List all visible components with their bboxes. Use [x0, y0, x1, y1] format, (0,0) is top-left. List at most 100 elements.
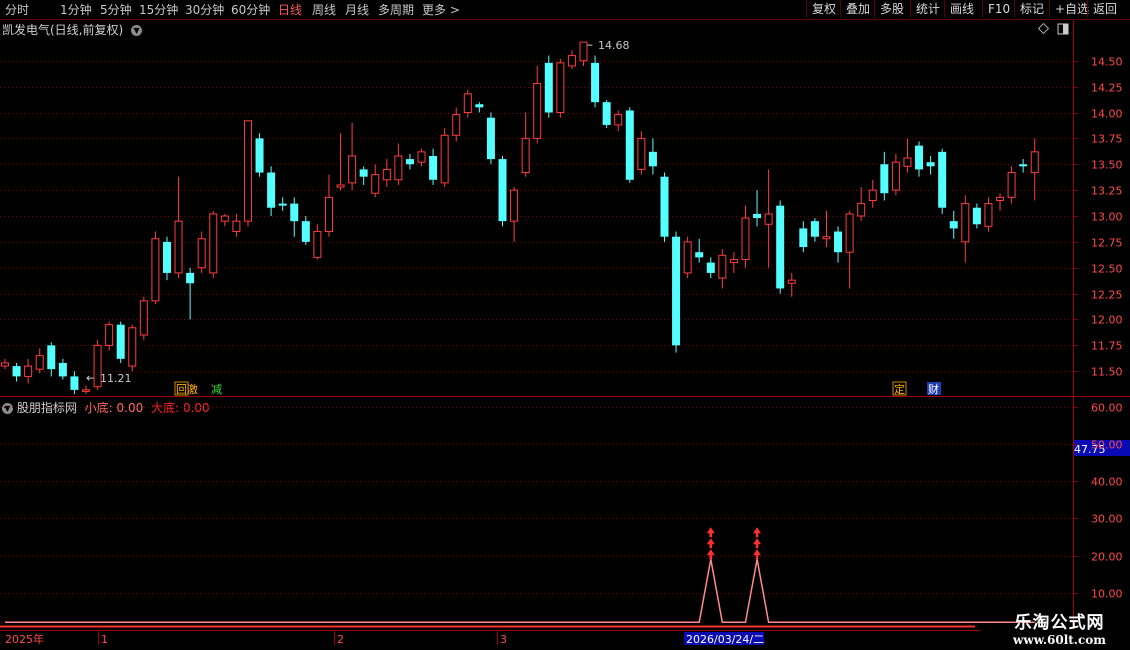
min-price-label: 11.21 — [100, 372, 132, 385]
max-price-marker: ← 14.68 — [583, 38, 630, 52]
candle-body — [579, 41, 588, 62]
candle-body — [128, 327, 137, 367]
candle-body — [984, 203, 993, 227]
candle-body — [371, 174, 380, 194]
candle-body — [602, 102, 611, 125]
candle-body — [278, 203, 287, 206]
candle-body — [614, 114, 623, 126]
time-label-jan: 1 — [101, 633, 108, 646]
candle-body — [799, 228, 808, 248]
candle-body — [845, 213, 854, 253]
candle-body — [394, 155, 403, 181]
candle-body — [429, 155, 438, 180]
candle-body — [24, 365, 33, 377]
candle-body — [510, 189, 519, 222]
candle-body — [810, 221, 819, 237]
panel-toggle-icon[interactable] — [1057, 23, 1069, 35]
buy-signal-arrow — [706, 549, 715, 560]
candle-body — [880, 164, 889, 194]
candle-body — [70, 376, 79, 390]
indicator-tick-label: 30.00 — [1091, 513, 1123, 526]
candle-body — [764, 213, 773, 225]
candle-body — [591, 62, 600, 103]
price-tick-label: 11.50 — [1091, 366, 1123, 379]
candle-body — [1007, 172, 1016, 198]
price-tick-label: 13.50 — [1091, 159, 1123, 172]
price-tick-label: 12.25 — [1091, 289, 1123, 302]
price-tick-label: 12.50 — [1091, 263, 1123, 276]
candle-body — [336, 184, 345, 188]
candle-body — [475, 104, 484, 108]
price-tick-label: 13.75 — [1091, 133, 1123, 146]
buy-signal-arrow — [753, 538, 762, 549]
min-price-marker: ← 11.21 — [86, 371, 132, 385]
price-tick-label: 14.00 — [1091, 108, 1123, 121]
candle-body — [405, 159, 414, 165]
candle-body — [498, 159, 507, 222]
candle-body — [220, 215, 229, 222]
candle-body — [382, 168, 391, 181]
price-tick-label: 13.00 — [1091, 211, 1123, 224]
buy-signal-arrow — [706, 538, 715, 549]
event-tag-ji[interactable]: 激 — [187, 382, 198, 396]
price-tick-label: 12.75 — [1091, 237, 1123, 250]
candle-body — [1019, 164, 1028, 167]
candle-body — [533, 83, 542, 139]
candle-body — [868, 189, 877, 201]
candle-body — [348, 155, 357, 184]
candle-body — [938, 151, 947, 208]
candle-body — [729, 258, 738, 264]
candle-body — [162, 241, 171, 273]
candle-body — [93, 344, 102, 388]
time-label-mar: 3 — [500, 633, 507, 646]
candle-body — [903, 157, 912, 167]
candle-body — [822, 236, 831, 240]
candle-body — [706, 262, 715, 273]
candle-body — [857, 203, 866, 217]
candle-body — [255, 138, 264, 173]
svg-text:减: 减 — [211, 383, 222, 396]
candle-body — [949, 221, 958, 229]
buy-signal-arrow — [753, 549, 762, 560]
candle-body — [787, 279, 796, 284]
indicator-tick-label: 20.00 — [1091, 551, 1123, 564]
event-tag-jian[interactable]: 减 — [211, 383, 222, 396]
indicator-tick-label: 10.00 — [1091, 588, 1123, 601]
candle-body — [972, 207, 981, 225]
stock-chart[interactable]: ← 14.68 ← 11.21 回 激 减 定 财 47.75 2025年 1 … — [0, 0, 1130, 650]
candle-body — [926, 162, 935, 167]
event-tag-cai[interactable]: 财 — [927, 382, 941, 396]
candle-body — [232, 220, 241, 233]
svg-text:激: 激 — [187, 382, 198, 396]
candle-body — [567, 55, 576, 67]
candle-body — [440, 134, 449, 184]
time-axis: 2025年 1 2 3 2026/03/24/二 — [5, 631, 764, 646]
candle-body — [891, 161, 900, 191]
candle-body — [116, 324, 125, 359]
candle-body — [105, 324, 114, 346]
candle-body — [324, 196, 333, 233]
candle-body — [915, 145, 924, 170]
time-label-feb: 2 — [337, 633, 344, 646]
candle-body — [47, 345, 56, 370]
watermark-url: www.60lt.com — [1013, 633, 1106, 647]
price-tick-label: 11.75 — [1091, 340, 1123, 353]
event-tag-ding[interactable]: 定 — [892, 381, 907, 396]
candle-body — [452, 114, 461, 136]
diamond-icon[interactable] — [1037, 22, 1050, 35]
candle-body — [544, 62, 553, 113]
svg-text:定: 定 — [894, 382, 905, 396]
candle-body — [417, 151, 426, 163]
indicator-grid — [0, 407, 1073, 594]
candle-body — [486, 117, 495, 160]
indicator-signal-series — [5, 527, 1035, 624]
price-tick-label: 13.25 — [1091, 185, 1123, 198]
buy-signal-arrow — [706, 527, 715, 538]
candle-body — [151, 238, 160, 302]
candle-body — [81, 389, 90, 392]
candle-body — [695, 252, 704, 258]
candle-body — [1, 362, 9, 367]
candle-body — [1030, 151, 1039, 174]
indicator-tick-label: 40.00 — [1091, 476, 1123, 489]
watermark-site: 乐淘公式网 — [1014, 613, 1105, 633]
